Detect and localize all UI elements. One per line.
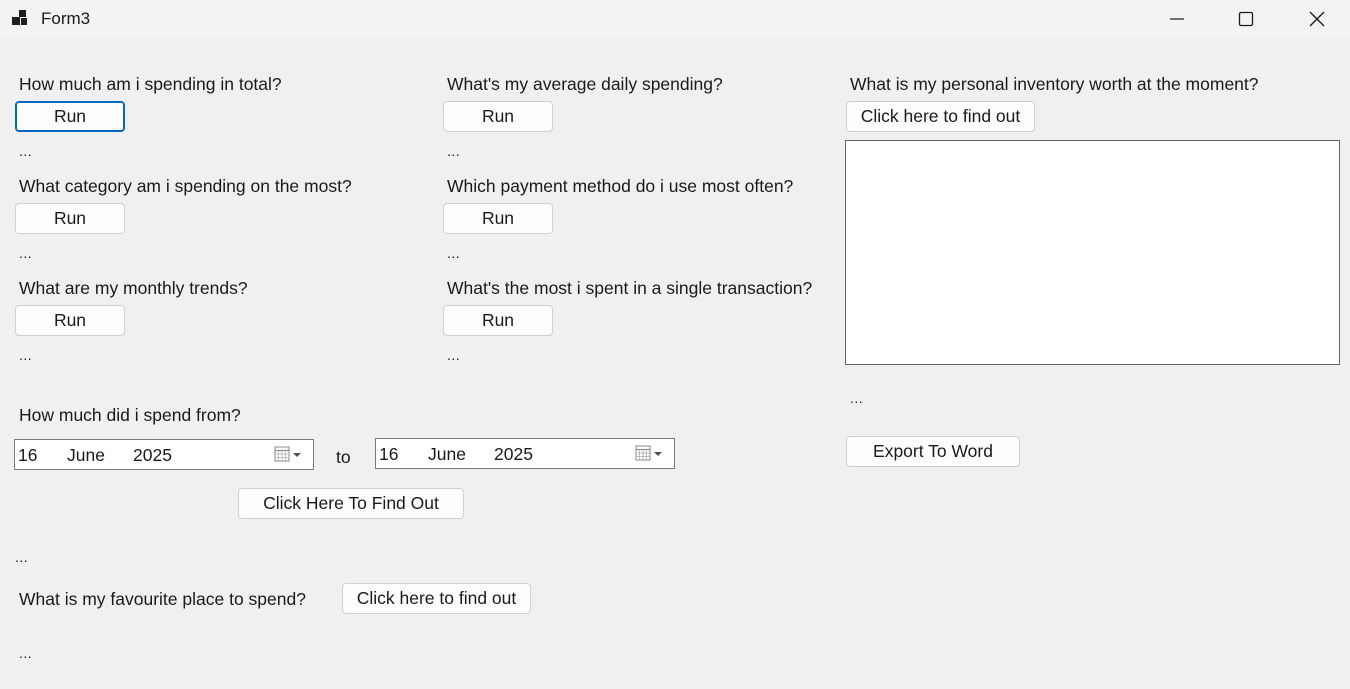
title-bar[interactable]: Form3 [0,0,1350,38]
window-title: Form3 [41,9,91,28]
date-range-result: ... [15,549,29,565]
inventory-find-out-button[interactable]: Click here to find out [846,101,1035,132]
total-spending-run-button[interactable]: Run [15,101,125,132]
monthly-trends-label: What are my monthly trends? [19,278,248,298]
export-to-word-button[interactable]: Export To Word [846,436,1020,467]
date-range-find-out-button[interactable]: Click Here To Find Out [238,488,464,519]
to-date-day[interactable]: 16 [379,444,398,465]
payment-method-label: Which payment method do i use most often… [447,176,794,196]
from-date-picker[interactable]: 16 June 2025 [14,439,314,470]
from-date-year[interactable]: 2025 [133,445,172,466]
payment-method-run-button[interactable]: Run [443,203,553,234]
close-icon [1309,11,1325,27]
average-daily-result: ... [447,143,461,159]
to-date-picker[interactable]: 16 June 2025 [375,438,675,469]
maximize-icon [1238,11,1254,27]
max-transaction-label: What's the most i spent in a single tran… [447,278,813,298]
inventory-worth-label: What is my personal inventory worth at t… [850,74,1259,94]
date-range-separator: to [336,447,351,467]
inventory-result: ... [850,390,864,406]
maximize-button[interactable] [1211,0,1281,38]
monthly-trends-run-button[interactable]: Run [15,305,125,336]
from-date-month[interactable]: June [67,445,105,466]
payment-method-result: ... [447,245,461,261]
close-button[interactable] [1282,0,1350,38]
app-window-icon [12,10,30,26]
calendar-dropdown-icon[interactable] [273,444,305,466]
inventory-output-textbox[interactable] [845,140,1340,365]
favourite-place-result: ... [19,645,33,661]
total-spending-result: ... [19,143,33,159]
max-transaction-run-button[interactable]: Run [443,305,553,336]
average-daily-run-button[interactable]: Run [443,101,553,132]
to-date-month[interactable]: June [428,444,466,465]
top-category-label: What category am i spending on the most? [19,176,352,196]
favourite-place-label: What is my favourite place to spend? [19,589,306,609]
average-daily-label: What's my average daily spending? [447,74,723,94]
calendar-dropdown-icon[interactable] [634,443,666,465]
top-category-run-button[interactable]: Run [15,203,125,234]
total-spending-label: How much am i spending in total? [19,74,282,94]
date-range-label: How much did i spend from? [19,405,241,425]
monthly-trends-result: ... [19,347,33,363]
minimize-button[interactable] [1142,0,1212,38]
favourite-place-find-out-button[interactable]: Click here to find out [342,583,531,614]
minimize-icon [1170,18,1184,20]
to-date-year[interactable]: 2025 [494,444,533,465]
from-date-day[interactable]: 16 [18,445,37,466]
top-category-result: ... [19,245,33,261]
max-transaction-result: ... [447,347,461,363]
